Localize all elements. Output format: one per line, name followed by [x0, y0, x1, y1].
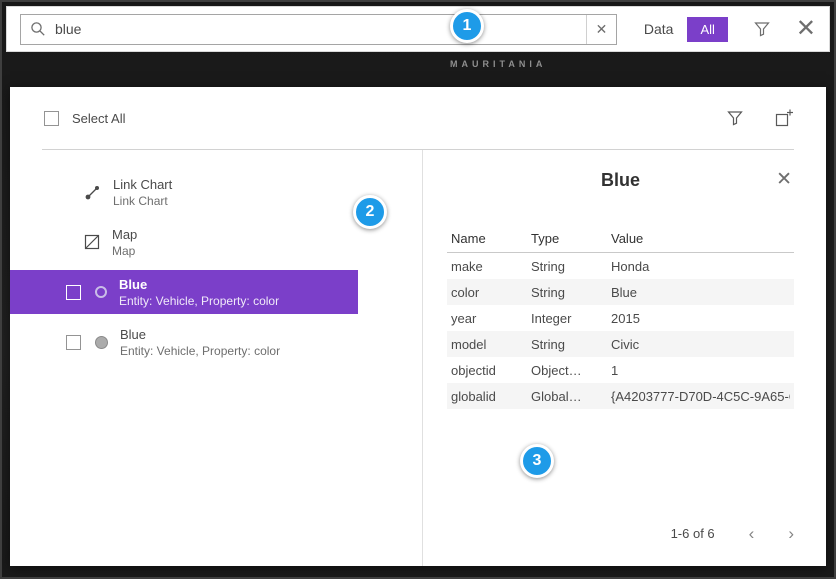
item-text: Link Chart Link Chart: [113, 177, 172, 208]
pagination: 1-6 of 6 ‹ ›: [447, 525, 794, 550]
item-text: Map Map: [112, 227, 137, 258]
cell-type: String: [531, 285, 611, 300]
cell-name: globalid: [451, 389, 531, 404]
list-item-link-chart[interactable]: Link Chart Link Chart: [10, 170, 358, 214]
callout-badge-2: 2: [353, 195, 387, 229]
search-filter-icon[interactable]: [754, 21, 770, 37]
item-subtitle: Entity: Vehicle, Property: color: [119, 294, 279, 308]
cell-name: make: [451, 259, 531, 274]
cell-type: Global…: [531, 389, 611, 404]
item-subtitle: Link Chart: [113, 194, 172, 208]
list-item-map[interactable]: Map Map: [10, 220, 358, 264]
list-item-blue[interactable]: Blue Entity: Vehicle, Property: color: [10, 320, 358, 364]
map-icon: [84, 234, 100, 250]
select-all-checkbox[interactable]: [44, 111, 59, 126]
cell-name: year: [451, 311, 531, 326]
cell-value: 2015: [611, 311, 790, 326]
select-all-label: Select All: [72, 111, 125, 126]
add-selection-icon[interactable]: [775, 109, 794, 128]
close-search-icon[interactable]: ✕: [796, 17, 816, 41]
page-next-icon[interactable]: ›: [788, 525, 794, 542]
cell-type: String: [531, 259, 611, 274]
data-label: Data: [644, 21, 674, 37]
detail-title: Blue: [601, 170, 640, 190]
table-row: make String Honda: [447, 253, 794, 279]
map-country-label: MAURITANIA: [450, 59, 546, 69]
result-checkbox[interactable]: [66, 335, 81, 350]
cell-value: Honda: [611, 259, 790, 274]
table-row: model String Civic: [447, 331, 794, 357]
item-text: Blue Entity: Vehicle, Property: color: [120, 327, 280, 358]
list-item-blue-selected[interactable]: Blue Entity: Vehicle, Property: color: [10, 270, 358, 314]
header-icons: [727, 109, 794, 128]
search-toolbar: ✕ Data All ✕: [6, 6, 830, 52]
column-header: Type: [531, 231, 611, 246]
pagination-label: 1-6 of 6: [671, 526, 715, 541]
app-window: MAURITANIA ✕ Data All ✕ Select All: [0, 0, 836, 579]
results-content: Link Chart Link Chart Map Map: [10, 150, 826, 566]
cell-type: Integer: [531, 311, 611, 326]
cell-value: {A4203777-D70D-4C5C-9A65-C…: [611, 389, 790, 404]
item-text: Blue Entity: Vehicle, Property: color: [119, 277, 279, 308]
cell-value: 1: [611, 363, 790, 378]
callout-badge-1: 1: [450, 9, 484, 43]
search-box: ✕: [20, 14, 617, 45]
search-input[interactable]: [55, 15, 586, 44]
all-filter-button[interactable]: All: [687, 17, 727, 42]
filter-icon[interactable]: [727, 110, 743, 126]
cell-name: objectid: [451, 363, 531, 378]
close-detail-icon[interactable]: ✕: [776, 170, 792, 189]
entity-node-icon: [95, 336, 108, 349]
cell-name: color: [451, 285, 531, 300]
results-header: Select All: [10, 87, 826, 149]
entity-node-icon: [95, 286, 107, 298]
callout-badge-3: 3: [520, 444, 554, 478]
search-results-panel: Select All Link Chart: [10, 87, 826, 566]
cell-value: Civic: [611, 337, 790, 352]
cell-type: String: [531, 337, 611, 352]
properties-table: Name Type Value make String Honda color …: [447, 225, 794, 409]
table-row: color String Blue: [447, 279, 794, 305]
link-chart-icon: [84, 184, 101, 201]
item-subtitle: Map: [112, 244, 137, 258]
table-row: globalid Global… {A4203777-D70D-4C5C-9A6…: [447, 383, 794, 409]
column-header: Value: [611, 231, 790, 246]
item-title: Blue: [120, 327, 280, 342]
table-row: objectid Object… 1: [447, 357, 794, 383]
item-title: Blue: [119, 277, 279, 292]
result-checkbox[interactable]: [66, 285, 81, 300]
cell-type: Object…: [531, 363, 611, 378]
page-prev-icon[interactable]: ‹: [749, 525, 755, 542]
column-header: Name: [451, 231, 531, 246]
search-options: Data All ✕: [644, 17, 816, 42]
cell-name: model: [451, 337, 531, 352]
clear-search-button[interactable]: ✕: [586, 15, 616, 44]
item-subtitle: Entity: Vehicle, Property: color: [120, 344, 280, 358]
detail-panel: Blue ✕ Name Type Value make String Honda: [422, 150, 826, 566]
item-title: Map: [112, 227, 137, 242]
table-row: year Integer 2015: [447, 305, 794, 331]
table-header-row: Name Type Value: [447, 225, 794, 253]
detail-header: Blue ✕: [447, 170, 794, 191]
search-icon: [21, 21, 55, 37]
item-title: Link Chart: [113, 177, 172, 192]
cell-value: Blue: [611, 285, 790, 300]
